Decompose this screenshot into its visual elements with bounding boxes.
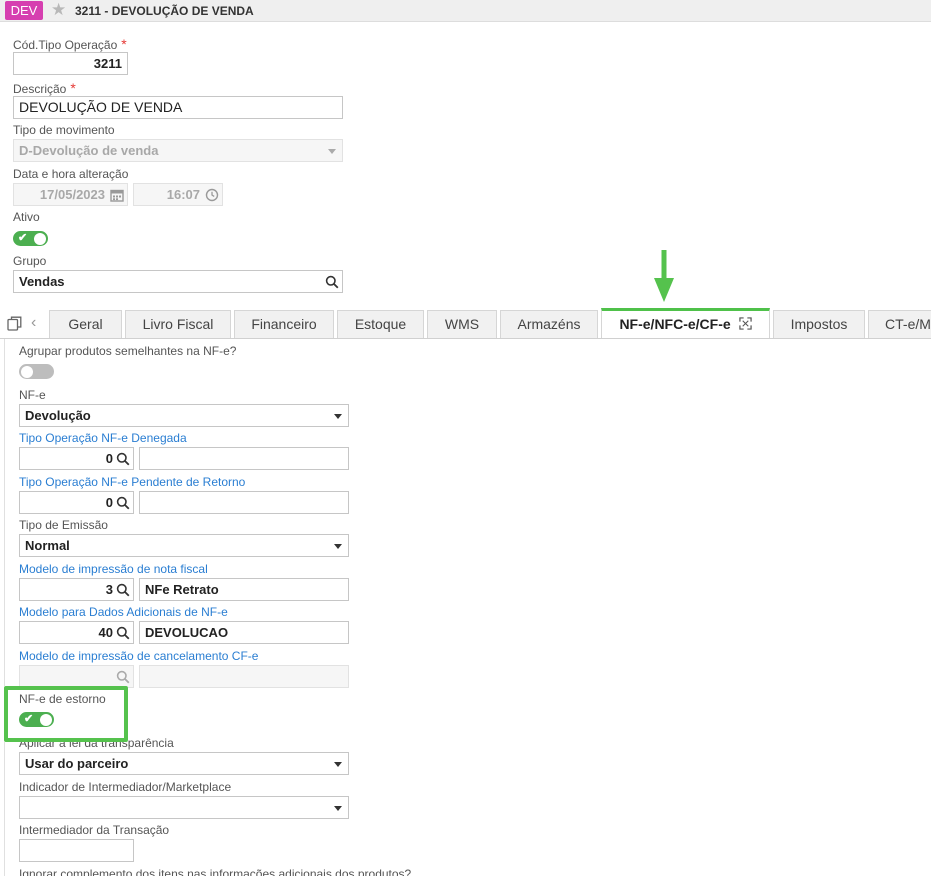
- cancelamento-label[interactable]: Modelo de impressão de cancelamento CF-e: [19, 649, 258, 663]
- agrupar-label: Agrupar produtos semelhantes na NF-e?: [19, 344, 237, 358]
- intermediador-label: Intermediador da Transação: [19, 823, 170, 837]
- cod-tipo-input[interactable]: 3211: [13, 52, 128, 75]
- chevron-left-icon[interactable]: ‹: [31, 314, 36, 332]
- dados-adicionais-code-input[interactable]: 40: [19, 621, 134, 644]
- chevron-down-icon: [334, 544, 342, 549]
- calendar-icon: [110, 189, 124, 202]
- window-title: 3211 - DEVOLUÇÃO DE VENDA: [75, 4, 254, 18]
- copy-icon[interactable]: [7, 316, 22, 331]
- descricao-label: Descrição *: [13, 80, 76, 96]
- tab-bar: ‹ Geral Livro Fiscal Financeiro Estoque …: [0, 308, 931, 339]
- modelo-nf-code-input[interactable]: 3: [19, 578, 134, 601]
- tab-financeiro[interactable]: Financeiro: [234, 310, 334, 339]
- star-icon[interactable]: ★: [51, 1, 66, 19]
- search-icon[interactable]: [116, 583, 130, 597]
- intermediador-indicador-select[interactable]: [19, 796, 349, 819]
- modelo-nf-label[interactable]: Modelo de impressão de nota fiscal: [19, 562, 208, 576]
- hora-alteracao-input: 16:07: [133, 183, 223, 206]
- tipo-movimento-select: D-Devolução de venda: [13, 139, 343, 162]
- search-icon[interactable]: [325, 275, 339, 289]
- tab-estoque[interactable]: Estoque: [337, 310, 424, 339]
- denegada-label[interactable]: Tipo Operação NF-e Denegada: [19, 431, 187, 445]
- nfe-label: NF-e: [19, 388, 46, 402]
- window-titlebar: DEV ★ 3211 - DEVOLUÇÃO DE VENDA: [0, 0, 931, 22]
- check-icon: ✔: [18, 232, 28, 244]
- tab-impostos[interactable]: Impostos: [773, 310, 865, 339]
- tab-geral[interactable]: Geral: [49, 310, 122, 339]
- agrupar-toggle[interactable]: [19, 364, 54, 379]
- modelo-nf-desc-input[interactable]: NFe Retrato: [139, 578, 349, 601]
- lei-transparencia-select[interactable]: Usar do parceiro: [19, 752, 349, 775]
- emissao-select[interactable]: Normal: [19, 534, 349, 557]
- chevron-down-icon: [334, 414, 342, 419]
- grupo-input[interactable]: Vendas: [13, 270, 343, 293]
- search-icon: [116, 670, 130, 684]
- pendente-label[interactable]: Tipo Operação NF-e Pendente de Retorno: [19, 475, 245, 489]
- ativo-toggle[interactable]: ✔: [13, 231, 48, 246]
- cancelamento-code-input: [19, 665, 134, 688]
- denegada-code-input[interactable]: 0: [19, 447, 134, 470]
- search-icon[interactable]: [116, 626, 130, 640]
- search-icon[interactable]: [116, 496, 130, 510]
- intermediador-input[interactable]: [19, 839, 134, 862]
- tab-wms[interactable]: WMS: [427, 310, 497, 339]
- emissao-label: Tipo de Emissão: [19, 518, 108, 532]
- arrow-down-icon: [654, 250, 674, 302]
- chevron-down-icon: [334, 762, 342, 767]
- tab-cte[interactable]: CT-e/M: [868, 310, 931, 339]
- ativo-label: Ativo: [13, 210, 40, 224]
- clock-icon: [205, 188, 219, 202]
- tab-nfe-nfce-cfe[interactable]: NF-e/NFC-e/CF-e: [601, 308, 770, 339]
- data-alteracao-input: 17/05/2023: [13, 183, 128, 206]
- intermediador-indicador-label: Indicador de Intermediador/Marketplace: [19, 780, 232, 794]
- dados-adicionais-label[interactable]: Modelo para Dados Adicionais de NF-e: [19, 605, 228, 619]
- tipo-movimento-label: Tipo de movimento: [13, 123, 115, 137]
- chevron-down-icon: [334, 806, 342, 811]
- nfe-select[interactable]: Devolução: [19, 404, 349, 427]
- tab-divider: [0, 338, 931, 339]
- search-icon[interactable]: [116, 452, 130, 466]
- pendente-desc-input[interactable]: [139, 491, 349, 514]
- descricao-input[interactable]: DEVOLUÇÃO DE VENDA: [13, 96, 343, 119]
- ignorar-complemento-label: Ignorar complemento dos itens nas inform…: [19, 867, 412, 876]
- denegada-desc-input[interactable]: [139, 447, 349, 470]
- grupo-label: Grupo: [13, 254, 47, 268]
- estorno-highlight-box: [4, 686, 128, 742]
- data-alteracao-label: Data e hora alteração: [13, 167, 129, 181]
- expand-icon[interactable]: [738, 317, 752, 330]
- environment-badge: DEV: [5, 1, 43, 20]
- pendente-code-input[interactable]: 0: [19, 491, 134, 514]
- chevron-down-icon: [328, 149, 336, 154]
- tab-armazens[interactable]: Armazéns: [500, 310, 598, 339]
- dados-adicionais-desc-input[interactable]: DEVOLUCAO: [139, 621, 349, 644]
- content-left-border: [4, 339, 5, 876]
- cod-tipo-label: Cód.Tipo Operação *: [13, 36, 127, 52]
- tab-livro-fiscal[interactable]: Livro Fiscal: [125, 310, 231, 339]
- cancelamento-desc-input: [139, 665, 349, 688]
